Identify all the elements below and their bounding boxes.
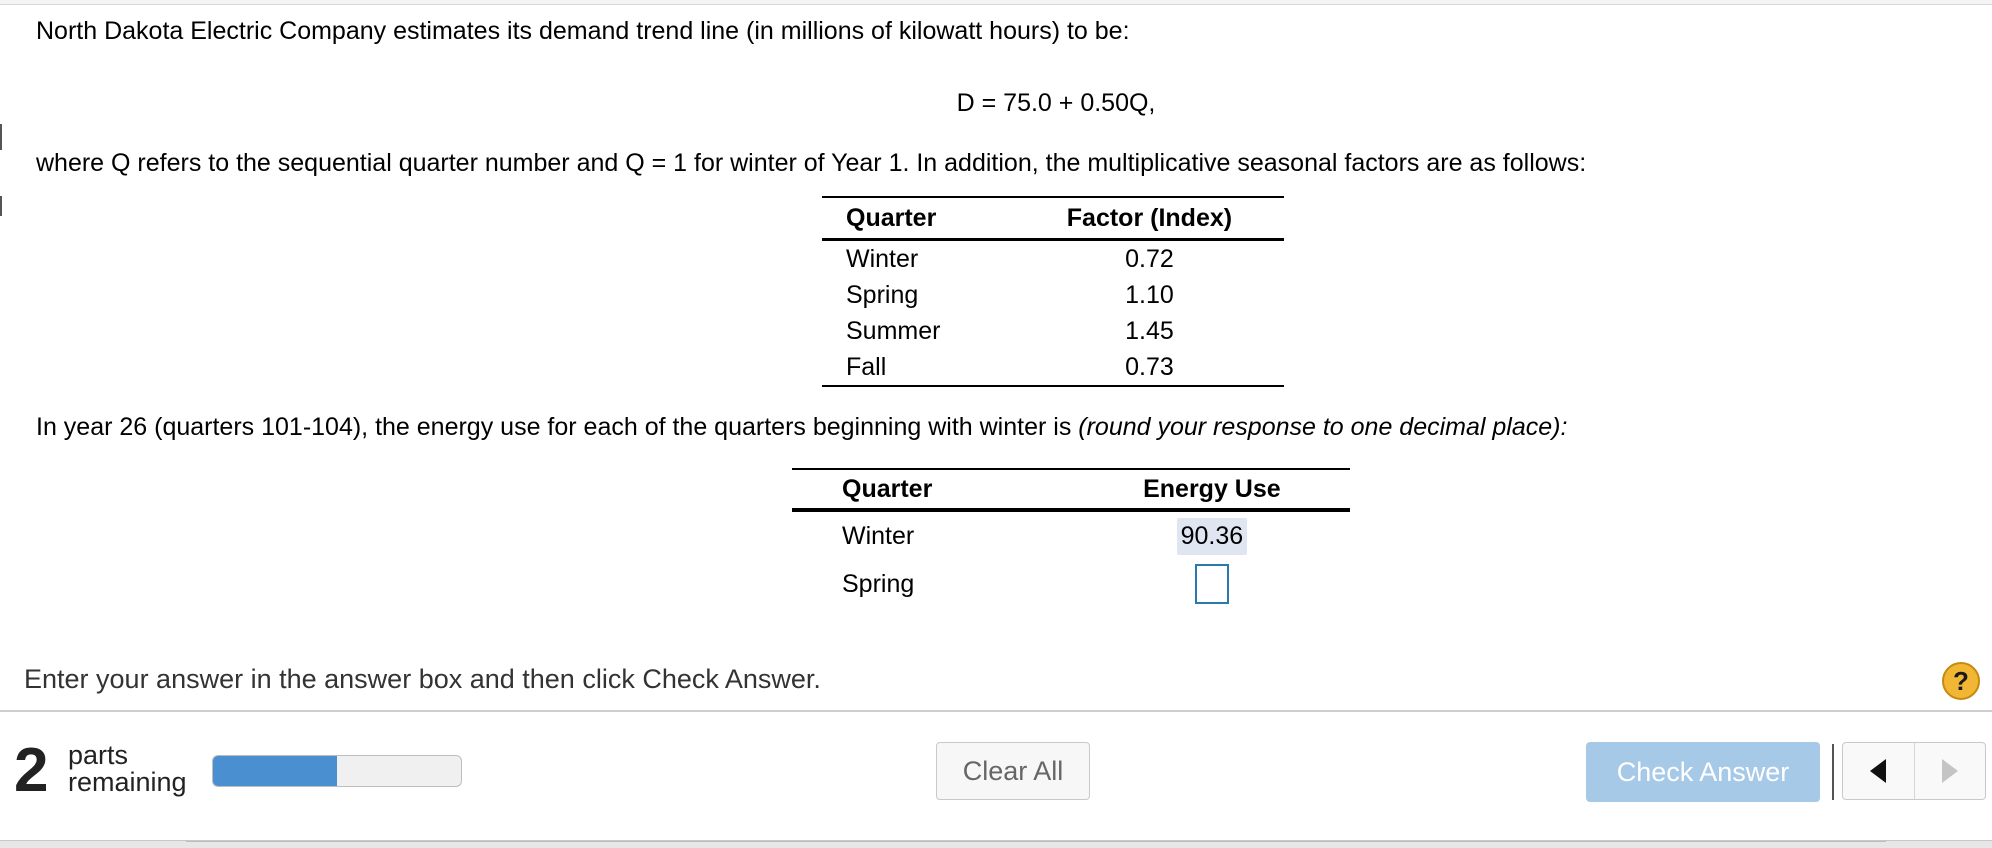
question-context: where Q refers to the sequential quarter… [36,149,1587,177]
parts-label-line2: remaining [68,767,187,797]
left-edge-mark [0,196,2,216]
right-triangle-icon [1941,759,1958,783]
question-prompt-main: In year 26 (quarters 101-104), the energ… [36,413,1079,441]
parts-remaining-label: parts remaining [68,742,187,796]
footer-divider [0,710,1992,712]
quarter-cell: Fall [822,349,1015,387]
factor-cell: 0.73 [1014,349,1284,387]
check-answer-button[interactable]: Check Answer [1586,742,1820,802]
factor-cell: 0.72 [1125,244,1174,273]
previous-button[interactable] [1843,743,1915,799]
progress-bar [212,755,462,787]
table-row: Spring 1.10 [822,277,1284,313]
quarter-cell: Spring [842,569,915,598]
table-row: Spring [792,560,1350,608]
help-icon[interactable]: ? [1942,662,1980,700]
progress-bar-fill [213,756,337,786]
left-edge-mark [0,124,2,150]
quarter-cell: Spring [846,280,919,309]
parts-remaining-count: 2 [14,736,49,805]
factor-cell: 1.10 [1125,280,1174,309]
col-header-energy-use: Energy Use [1073,468,1350,512]
question-panel: North Dakota Electric Company estimates … [0,0,1992,841]
table-row: Winter 0.72 [822,240,1284,278]
question-intro: North Dakota Electric Company estimates … [36,17,1130,45]
quarter-cell: Summer [846,316,941,345]
clear-all-button[interactable]: Clear All [936,742,1090,800]
energy-use-cell: 90.36 [1074,510,1350,560]
bottom-strip [0,841,1992,848]
energy-use-table: Quarter Energy Use Winter 90.36 Spring [792,468,1350,608]
quarter-cell: Winter [846,244,919,273]
nav-separator [1832,744,1834,800]
question-nav [1842,742,1986,800]
parts-label-line1: parts [68,740,129,770]
winter-answer-field[interactable]: 90.36 [1176,517,1248,555]
factor-table-header: Quarter Factor (Index) [822,196,1284,241]
energy-table-header: Quarter Energy Use [792,468,1350,512]
col-header-quarter: Quarter [822,196,1015,241]
quarter-cell: Winter [842,521,915,550]
energy-use-cell [1074,560,1350,608]
demand-equation: D = 75.0 + 0.50Q, [956,89,1156,117]
col-header-factor: Factor (Index) [1014,196,1284,241]
factor-cell: 1.45 [1125,316,1174,345]
top-strip [0,0,1992,5]
spring-answer-input[interactable] [1194,564,1229,604]
next-button[interactable] [1915,743,1986,799]
question-prompt-rounding: (round your response to one decimal plac… [1078,413,1568,441]
table-row: Fall 0.73 [822,349,1284,387]
bottom-line [186,841,1886,842]
seasonal-factor-table: Quarter Factor (Index) Winter 0.72 Sprin… [822,196,1284,387]
table-row: Winter 90.36 [792,510,1350,560]
answer-instruction: Enter your answer in the answer box and … [24,664,821,694]
col-header-quarter: Quarter [792,468,1074,512]
question-prompt: In year 26 (quarters 101-104), the energ… [36,410,1567,444]
left-triangle-icon [1870,759,1887,783]
question-body: North Dakota Electric Company estimates … [36,14,1936,177]
table-row: Summer 1.45 [822,313,1284,349]
